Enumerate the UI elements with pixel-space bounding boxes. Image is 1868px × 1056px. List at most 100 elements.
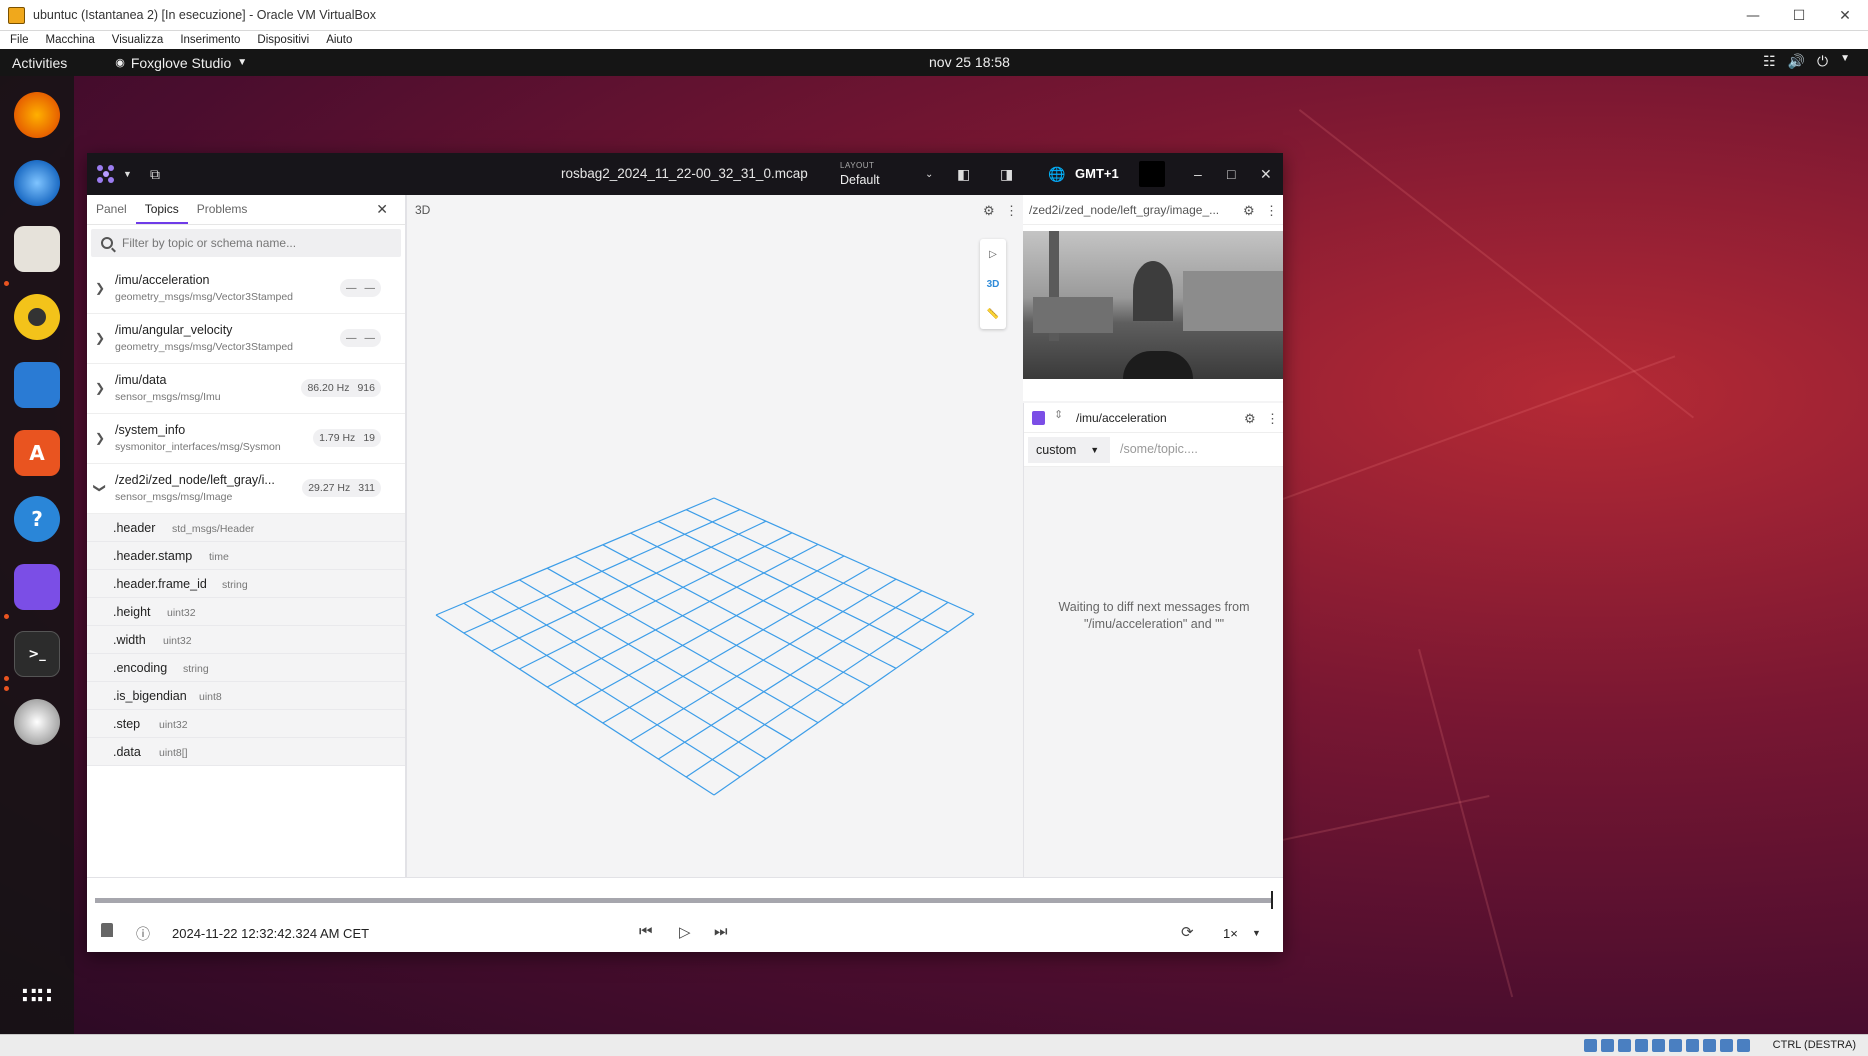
shared-folder-icon[interactable] — [1669, 1039, 1682, 1052]
virtualbox-statusbar: CTRL (DESTRA) — [0, 1034, 1868, 1056]
foxglove-logo-icon[interactable] — [95, 164, 117, 184]
avatar[interactable] — [1139, 161, 1165, 187]
current-timestamp[interactable]: 2024-11-22 12:32:42.324 AM CET — [172, 926, 369, 941]
seek-backward-icon[interactable]: ⏮ — [639, 923, 653, 940]
topic-row[interactable]: ❯ /imu/angular_velocity geometry_msgs/ms… — [87, 314, 405, 364]
system-tray[interactable]: ☷ 🔊 ⏻ ▼ — [1763, 53, 1850, 70]
network-icon[interactable] — [1635, 1039, 1648, 1052]
cpu-icon[interactable] — [1720, 1039, 1733, 1052]
loop-off-icon[interactable]: ⟳ — [1181, 923, 1194, 941]
dvd-icon[interactable] — [14, 699, 60, 745]
message-field-row[interactable]: .data uint8[] — [87, 738, 405, 766]
diff-mode-select[interactable]: custom ▼ — [1028, 437, 1110, 463]
audio-icon[interactable] — [1618, 1039, 1631, 1052]
message-field-row[interactable]: .header.frame_id string — [87, 570, 405, 598]
add-panel-icon[interactable]: ⧉ — [150, 166, 168, 182]
menu-visualizza[interactable]: Visualizza — [102, 34, 171, 46]
window-minimize-icon[interactable]: – — [1194, 166, 1212, 182]
sort-icon[interactable]: ⇕ — [1054, 408, 1063, 421]
message-field-row[interactable]: .header.stamp time — [87, 542, 405, 570]
panel-3d[interactable]: 3D ⚙ ⋮ ▷ 3D 📏 — [409, 195, 1021, 877]
playback-scrubber[interactable] — [95, 891, 1273, 909]
more-vertical-icon[interactable]: ⋮ — [1005, 203, 1018, 219]
window-maximize-icon[interactable]: □ — [1227, 166, 1245, 182]
timezone-button[interactable]: GMT+1 — [1075, 166, 1119, 181]
thunderbird-icon[interactable] — [14, 160, 60, 206]
more-vertical-icon[interactable]: ⋮ — [1266, 411, 1279, 427]
topic-row[interactable]: ❯ /system_info sysmonitor_interfaces/msg… — [87, 414, 405, 464]
caret-down-icon[interactable]: ▼ — [1252, 928, 1261, 938]
firefox-icon[interactable] — [14, 92, 60, 138]
image-panel[interactable]: /zed2i/zed_node/left_gray/image_... ⚙ ⋮ — [1023, 195, 1283, 401]
files-icon[interactable] — [14, 226, 60, 272]
3d-grid-viewport[interactable] — [409, 225, 1021, 877]
gear-icon[interactable]: ⚙ — [1243, 203, 1255, 219]
tab-panel[interactable]: Panel — [87, 202, 136, 224]
diff-topic-path[interactable]: /imu/acceleration — [1076, 411, 1167, 425]
rhythmbox-icon[interactable] — [14, 294, 60, 340]
topic-filter-input[interactable]: Filter by topic or schema name... — [91, 229, 401, 257]
left-sidebar-toggle-icon[interactable]: ◧ — [957, 166, 975, 182]
seek-forward-icon[interactable]: ⏭ — [714, 923, 728, 940]
chevron-right-icon[interactable]: ❯ — [95, 281, 105, 295]
gear-icon[interactable]: ⚙ — [983, 203, 995, 219]
close-icon[interactable]: ✕ — [1822, 0, 1868, 31]
tab-topics[interactable]: Topics — [135, 202, 188, 224]
foxglove-icon[interactable] — [14, 564, 60, 610]
globe-icon[interactable]: 🌐 — [1048, 166, 1066, 182]
close-sidebar-icon[interactable]: ✕ — [367, 201, 397, 226]
cd-icon[interactable] — [1601, 1039, 1614, 1052]
menu-inserimento[interactable]: Inserimento — [170, 34, 247, 46]
activities-button[interactable]: Activities — [12, 55, 67, 71]
app-menu[interactable]: ◉ Foxglove Studio ▼ — [115, 55, 247, 71]
play-icon[interactable]: ▷ — [679, 923, 691, 941]
message-field-row[interactable]: .header std_msgs/Header — [87, 514, 405, 542]
display-icon[interactable] — [1686, 1039, 1699, 1052]
terminal-icon[interactable]: >_ — [14, 631, 60, 677]
layout-selector[interactable]: Default — [840, 173, 880, 187]
playhead[interactable] — [1271, 891, 1273, 909]
diff-waiting-message: Waiting to diff next messages from "/imu… — [1024, 599, 1284, 633]
chevron-right-icon[interactable]: ❯ — [95, 381, 105, 395]
topic-row[interactable]: ❯ /imu/data sensor_msgs/msg/Imu 86.20 Hz… — [87, 364, 405, 414]
menu-macchina[interactable]: Macchina — [36, 34, 102, 46]
right-sidebar-toggle-icon[interactable]: ◨ — [1000, 166, 1018, 182]
message-field-row[interactable]: .is_bigendian uint8 — [87, 682, 405, 710]
message-field-row[interactable]: .step uint32 — [87, 710, 405, 738]
chevron-right-icon[interactable]: ❯ — [95, 431, 105, 445]
tab-problems[interactable]: Problems — [188, 202, 257, 224]
more-vertical-icon[interactable]: ⋮ — [1265, 203, 1278, 219]
bookmark-icon[interactable] — [101, 923, 113, 937]
message-field-row[interactable]: .encoding string — [87, 654, 405, 682]
menu-dispositivi[interactable]: Dispositivi — [247, 34, 316, 46]
usb-icon[interactable] — [1652, 1039, 1665, 1052]
grid-line — [658, 590, 923, 760]
topic-row[interactable]: ❯ /imu/acceleration geometry_msgs/msg/Ve… — [87, 264, 405, 314]
playback-speed[interactable]: 1× — [1223, 926, 1238, 941]
clock[interactable]: nov 25 18:58 — [929, 54, 1010, 70]
libreoffice-writer-icon[interactable] — [14, 362, 60, 408]
recording-icon[interactable] — [1703, 1039, 1716, 1052]
minimize-icon[interactable]: — — [1730, 0, 1776, 31]
menu-aiuto[interactable]: Aiuto — [316, 34, 359, 46]
help-icon[interactable]: ? — [14, 496, 60, 542]
raw-messages-diff-panel[interactable]: ⇕ /imu/acceleration ⚙ ⋮ custom ▼ /some/t… — [1023, 403, 1283, 877]
hdd-icon[interactable] — [1584, 1039, 1597, 1052]
mouse-integration-icon[interactable] — [1737, 1039, 1750, 1052]
layout-chevron-icon[interactable]: ⌄ — [925, 169, 943, 185]
window-close-icon[interactable]: ✕ — [1260, 166, 1278, 182]
gear-icon[interactable]: ⚙ — [1244, 411, 1256, 427]
menu-file[interactable]: File — [0, 34, 36, 46]
wallpaper-line — [1418, 649, 1514, 998]
maximize-icon[interactable]: ☐ — [1776, 0, 1822, 31]
chevron-down-icon[interactable]: ▼ — [123, 169, 141, 185]
chevron-right-icon[interactable]: ❯ — [95, 331, 105, 345]
info-icon[interactable]: ⓘ — [136, 924, 150, 944]
message-field-row[interactable]: .width uint32 — [87, 626, 405, 654]
show-apps-icon[interactable]: ∷∷ — [14, 973, 60, 1019]
message-field-row[interactable]: .height uint32 — [87, 598, 405, 626]
topic-row-expanded[interactable]: ❯ /zed2i/zed_node/left_gray/i... sensor_… — [87, 464, 405, 514]
diff-topic-input[interactable]: /some/topic.... — [1120, 442, 1198, 456]
chevron-down-icon[interactable]: ❯ — [93, 483, 107, 493]
software-center-icon[interactable]: A — [14, 430, 60, 476]
